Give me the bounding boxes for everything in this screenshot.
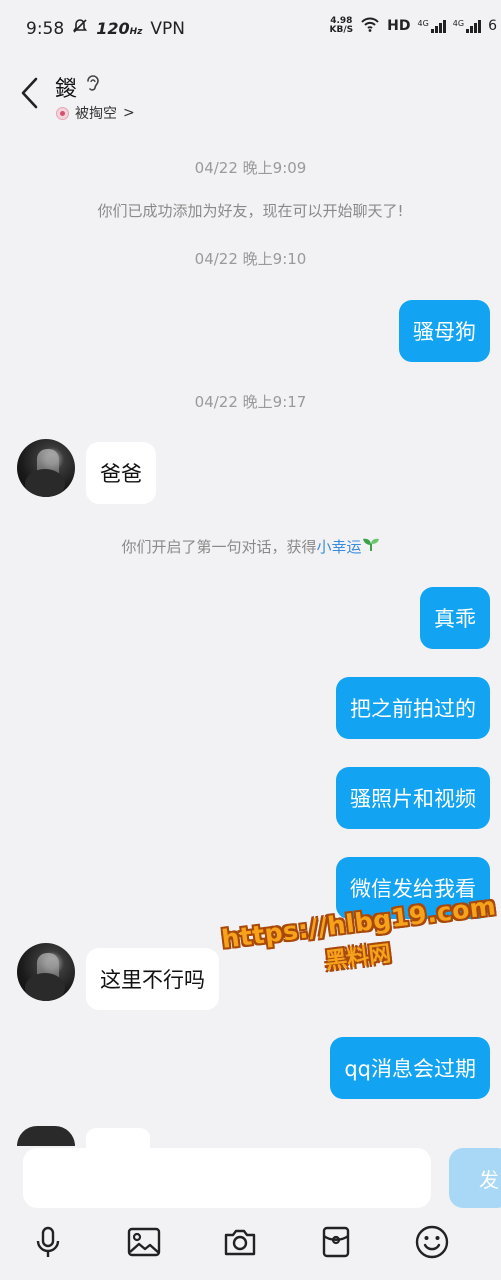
chat-screen: 9:58 120Hz VPN 4.98 KB/S HD 4G 4G 6 鍐 被掏… [0, 0, 501, 1280]
signal-icon-1: 4G [417, 19, 446, 33]
contact-avatar-partial [17, 1126, 75, 1146]
back-button[interactable] [18, 76, 42, 110]
outgoing-message[interactable]: 骚照片和视频 [336, 767, 490, 829]
battery-level: 6 [488, 18, 497, 34]
incoming-message[interactable]: 这里不行吗 [86, 948, 219, 1010]
input-toolbar [0, 1222, 501, 1262]
net-speed: 4.98 KB/S [329, 16, 354, 35]
timestamp: 04/22 晚上9:10 [194, 250, 307, 268]
clock: 9:58 [26, 18, 65, 39]
red-packet-icon[interactable] [316, 1222, 356, 1262]
chevron-right-icon: > [123, 105, 135, 121]
status-bar: 9:58 120Hz VPN 4.98 KB/S HD 4G 4G 6 [0, 0, 501, 58]
contact-avatar[interactable] [17, 439, 75, 497]
contact-status[interactable]: 被掏空 > [56, 103, 135, 123]
outgoing-message[interactable]: 把之前拍过的 [336, 677, 490, 739]
chevron-left-icon [21, 77, 38, 109]
input-bar: 发 [0, 1126, 501, 1280]
emoji-icon[interactable] [412, 1222, 452, 1262]
contact-name[interactable]: 鍐 [55, 71, 101, 103]
microphone-icon[interactable] [28, 1222, 68, 1262]
outgoing-message[interactable]: qq消息会过期 [330, 1037, 490, 1099]
status-right: 4.98 KB/S HD 4G 4G 6 [330, 16, 497, 36]
contact-avatar[interactable] [17, 943, 75, 1001]
timestamp: 04/22 晚上9:17 [194, 393, 307, 411]
status-icon [56, 106, 69, 120]
contact-name-text: 鍐 [55, 77, 78, 102]
wifi-icon [360, 16, 380, 36]
message-list[interactable]: 04/22 晚上9:09 你们已成功添加为好友，现在可以开始聊天了! 04/22… [0, 130, 501, 1140]
signal-icon-2: 4G [453, 19, 482, 33]
ear-icon[interactable] [85, 74, 101, 100]
outgoing-message[interactable]: 微信发给我看 [336, 857, 490, 919]
status-text: 被掏空 [75, 106, 117, 122]
mute-alarm-icon [72, 18, 88, 39]
hd-indicator: HD [387, 18, 411, 34]
incoming-message-partial [86, 1128, 150, 1148]
refresh-rate: 120Hz [96, 19, 143, 38]
message-input[interactable] [23, 1148, 431, 1208]
camera-icon[interactable] [220, 1222, 260, 1262]
system-message-lucky: 你们开启了第一句对话，获得小幸运 [0, 536, 501, 557]
outgoing-message[interactable]: 骚母狗 [399, 300, 490, 362]
send-button[interactable]: 发 [449, 1148, 501, 1208]
vpn-indicator: VPN [150, 18, 185, 39]
incoming-message[interactable]: 爸爸 [86, 442, 156, 504]
lucky-link[interactable]: 小幸运 [317, 538, 362, 556]
outgoing-message[interactable]: 真乖 [420, 587, 490, 649]
status-left: 9:58 120Hz VPN [26, 18, 185, 39]
system-message: 你们已成功添加为好友，现在可以开始聊天了! [97, 202, 404, 220]
sprout-icon [362, 538, 380, 556]
timestamp: 04/22 晚上9:09 [194, 159, 307, 177]
image-icon[interactable] [124, 1222, 164, 1262]
chat-header: 鍐 被掏空 > [0, 58, 501, 130]
